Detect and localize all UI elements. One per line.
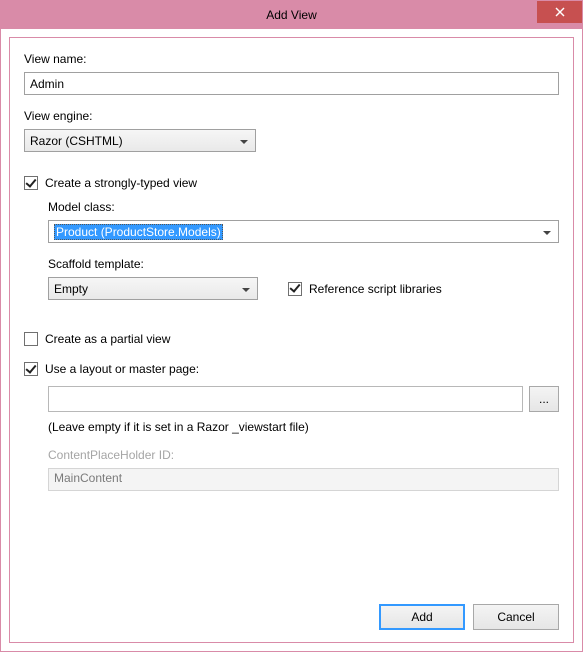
- close-button[interactable]: [537, 1, 582, 23]
- scaffold-template-select[interactable]: Empty: [48, 277, 258, 300]
- add-view-dialog: Add View View name: View engine: Razor (…: [0, 0, 583, 652]
- scaffold-template-value: Empty: [54, 282, 88, 296]
- model-class-value: Product (ProductStore.Models): [54, 224, 223, 240]
- cancel-button[interactable]: Cancel: [473, 604, 559, 630]
- dialog-body: View name: View engine: Razor (CSHTML) C…: [9, 37, 574, 643]
- layout-hint: (Leave empty if it is set in a Razor _vi…: [48, 420, 559, 434]
- reference-scripts-label: Reference script libraries: [309, 282, 442, 296]
- view-engine-label: View engine:: [24, 109, 559, 123]
- content-placeholder-value: MainContent: [54, 471, 122, 485]
- model-class-select[interactable]: Product (ProductStore.Models): [48, 220, 559, 243]
- scaffold-template-label: Scaffold template:: [48, 257, 559, 271]
- cancel-button-label: Cancel: [497, 610, 534, 624]
- layout-path-input[interactable]: [48, 386, 523, 412]
- view-engine-select[interactable]: Razor (CSHTML): [24, 129, 256, 152]
- browse-label: ...: [539, 392, 549, 406]
- window-title: Add View: [266, 8, 316, 22]
- use-layout-label: Use a layout or master page:: [45, 362, 199, 376]
- add-button[interactable]: Add: [379, 604, 465, 630]
- view-name-input[interactable]: [24, 72, 559, 95]
- strongly-typed-label: Create a strongly-typed view: [45, 176, 197, 190]
- close-icon: [555, 7, 565, 17]
- model-class-label: Model class:: [48, 200, 559, 214]
- content-placeholder-label: ContentPlaceHolder ID:: [48, 448, 559, 462]
- partial-view-checkbox[interactable]: [24, 332, 38, 346]
- reference-scripts-checkbox[interactable]: [288, 282, 302, 296]
- view-name-label: View name:: [24, 52, 559, 66]
- content-placeholder-input: MainContent: [48, 468, 559, 491]
- use-layout-checkbox[interactable]: [24, 362, 38, 376]
- partial-view-label: Create as a partial view: [45, 332, 170, 346]
- browse-layout-button[interactable]: ...: [529, 386, 559, 412]
- titlebar: Add View: [1, 1, 582, 29]
- view-engine-value: Razor (CSHTML): [30, 134, 123, 148]
- strongly-typed-checkbox[interactable]: [24, 176, 38, 190]
- add-button-label: Add: [411, 610, 432, 624]
